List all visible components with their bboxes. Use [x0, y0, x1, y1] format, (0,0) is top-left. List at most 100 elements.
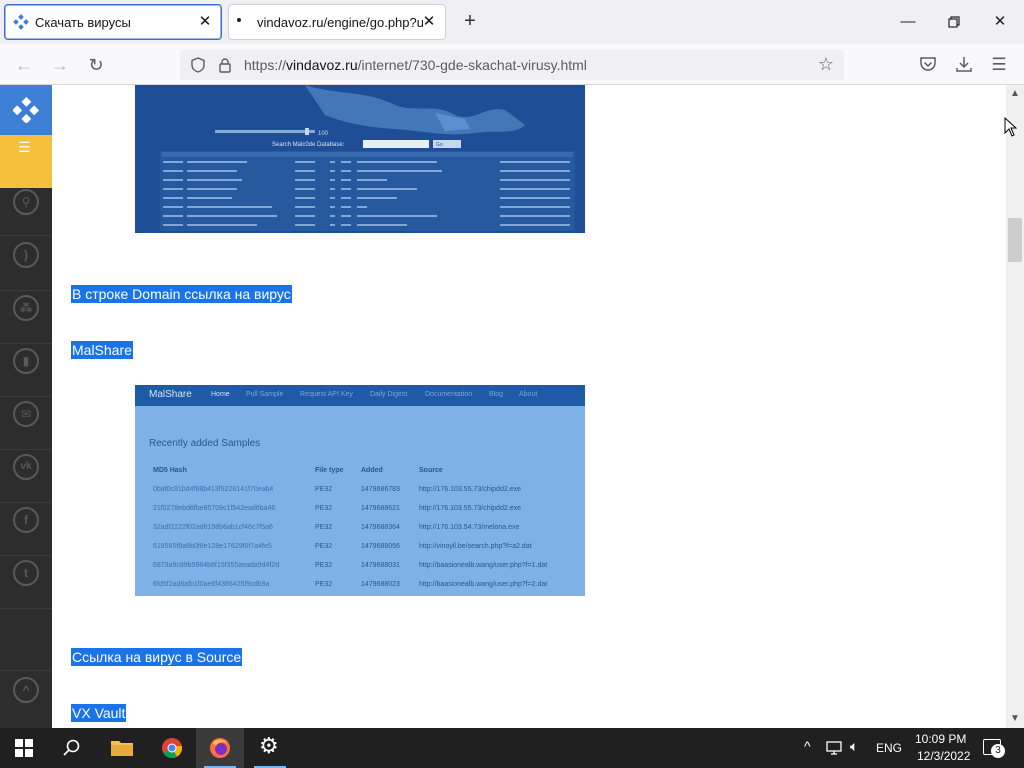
- logo-icon: [13, 97, 39, 123]
- malshare-nav-about: About: [519, 391, 538, 398]
- source-url: http://176.103.55.73/chipdd2.exe: [419, 486, 521, 493]
- url-bar[interactable]: https://vindavoz.ru/internet/730-gde-ska…: [180, 50, 844, 80]
- settings-icon[interactable]: ⚙: [246, 728, 294, 768]
- search-label: Search Malc0de Database:: [272, 142, 345, 148]
- scroll-down-arrow-icon[interactable]: ▼: [1009, 713, 1021, 725]
- site-sidebar: ☰ ⚲ ) ⁂ ▮ ✉ vk f t ^: [0, 85, 52, 728]
- col-source: Source: [419, 467, 443, 474]
- sidebar-divider: [0, 608, 52, 609]
- source-url: http://176.103.54.73/melona.exe: [419, 524, 520, 531]
- tab-loading-dot-icon: [237, 18, 241, 22]
- taskbar-search-icon[interactable]: [48, 728, 96, 768]
- svg-text:100: 100: [318, 131, 329, 137]
- malshare-nav-digest: Daily Digest: [370, 391, 408, 398]
- network-icon[interactable]: [826, 741, 842, 755]
- md5-hash-link[interactable]: 6873a9c89b5984b8f15f355aeada9d4f2d: [153, 562, 279, 569]
- row-cell: PE32: [315, 524, 333, 531]
- tray-chevron-icon[interactable]: ^: [804, 738, 811, 754]
- tab-bar: Скачать вирусы ✕ vindavoz.ru/engine/go.p…: [0, 0, 1024, 44]
- notification-count: 3: [991, 744, 1005, 758]
- maximize-icon[interactable]: [944, 12, 964, 32]
- bookmark-icon[interactable]: ▮: [13, 348, 39, 374]
- close-tab-icon[interactable]: ✕: [197, 14, 213, 30]
- site-logo[interactable]: [0, 85, 52, 135]
- malc0de-screenshot-image: 100 Search Malc0de Database: Go: [135, 85, 585, 233]
- vk-icon[interactable]: vk: [13, 454, 39, 480]
- source-url: http://vinoyll.be/search.php?f=a2.dat: [419, 543, 532, 550]
- volume-icon[interactable]: 🔈︎: [850, 738, 858, 755]
- md5-hash-link[interactable]: 0baf0c81bd4f98b413f9228141f70eab4: [153, 486, 273, 493]
- shield-icon[interactable]: [190, 57, 206, 73]
- twitter-icon[interactable]: t: [13, 560, 39, 586]
- malshare-nav-api: Request API Key: [300, 391, 353, 398]
- malshare-section-title: Recently added Samples: [149, 438, 261, 449]
- malshare-nav-docs: Documentation: [425, 391, 473, 398]
- sidebar-divider: [0, 502, 52, 503]
- file-explorer-icon[interactable]: [98, 728, 146, 768]
- row-cell: PE32: [315, 581, 333, 588]
- minimize-icon[interactable]: —: [898, 12, 918, 32]
- source-url: http://baasionealb.wang/user.php?f=2.dat: [419, 581, 548, 588]
- site-favicon-icon: [13, 14, 29, 30]
- search-icon[interactable]: ⚲: [13, 189, 39, 215]
- firefox-icon[interactable]: [196, 728, 244, 768]
- mail-icon[interactable]: ✉: [13, 401, 39, 427]
- row-cell: 1479688023: [361, 581, 400, 588]
- mouse-cursor-icon: [1004, 117, 1018, 137]
- md5-hash-link[interactable]: 618565f9a8b0f8e128e17629f0f7a4fe5: [153, 543, 272, 550]
- clock-time[interactable]: 10:09 PM: [915, 732, 966, 746]
- windows-logo-icon: [15, 739, 33, 757]
- rss-icon[interactable]: ): [13, 242, 39, 268]
- tab-second[interactable]: vindavoz.ru/engine/go.php?url= ✕: [228, 4, 446, 40]
- source-url: http://176.103.55.73/chipdd2.exe: [419, 505, 521, 512]
- reload-icon[interactable]: ↻: [85, 54, 107, 76]
- language-indicator[interactable]: ENG: [876, 741, 902, 755]
- malshare-brand: MalShare: [149, 389, 192, 400]
- row-cell: 1479688621: [361, 505, 400, 512]
- md5-hash-link[interactable]: 6fd5f2ad8afb1f0ae6f4386425f9cdb9a: [153, 581, 269, 588]
- col-filetype: File type: [315, 467, 344, 474]
- malshare-navbar: MalShare Home Pull Sample Request API Ke…: [135, 385, 585, 406]
- new-tab-icon[interactable]: +: [460, 11, 480, 32]
- col-md5: MD5 Hash: [153, 467, 187, 474]
- lock-icon[interactable]: [218, 57, 232, 73]
- row-cell: 1479686783: [361, 486, 400, 493]
- sitemap-icon[interactable]: ⁂: [13, 295, 39, 321]
- sidebar-divider: [0, 670, 52, 671]
- row-cell: PE32: [315, 562, 333, 569]
- back-icon[interactable]: ←: [13, 54, 35, 76]
- close-tab-icon[interactable]: ✕: [421, 14, 437, 30]
- scroll-up-icon[interactable]: ^: [13, 677, 39, 703]
- sidebar-divider: [0, 290, 52, 291]
- close-window-icon[interactable]: ✕: [990, 12, 1010, 32]
- url-text[interactable]: https://vindavoz.ru/internet/730-gde-ska…: [244, 57, 587, 73]
- start-button[interactable]: [0, 728, 48, 768]
- md5-hash-link[interactable]: 32adf2222f02ad8198b6ab1cf46c7f5a6: [153, 524, 273, 531]
- sidebar-divider: [0, 235, 52, 236]
- chrome-icon[interactable]: [148, 728, 196, 768]
- clock-date[interactable]: 12/3/2022: [917, 749, 970, 763]
- article-content: 100 Search Malc0de Database: Go В строке…: [52, 85, 1006, 728]
- md5-hash-link[interactable]: 21f0278ebd8fbe85709c1f542ead6ba46: [153, 505, 275, 512]
- page-scrollbar[interactable]: ▲ ▼: [1006, 85, 1024, 728]
- sidebar-divider: [0, 449, 52, 450]
- scroll-up-arrow-icon[interactable]: ▲: [1009, 88, 1021, 100]
- bookmark-star-icon[interactable]: ☆: [818, 54, 834, 75]
- heading-vxvault: VX Vault: [71, 704, 127, 722]
- row-cell: PE32: [315, 486, 333, 493]
- tab-title: Скачать вирусы: [35, 15, 131, 30]
- forward-icon[interactable]: →: [49, 54, 71, 76]
- row-cell: PE32: [315, 543, 333, 550]
- nav-bar: ← → ↻ https://vindavoz.ru/internet/730-g…: [0, 44, 1024, 85]
- download-icon[interactable]: [955, 55, 973, 73]
- facebook-icon[interactable]: f: [13, 507, 39, 533]
- notification-center-icon[interactable]: 3: [983, 739, 1005, 758]
- col-added: Added: [361, 467, 383, 474]
- text-source-link: Ссылка на вирус в Source: [71, 648, 243, 666]
- scroll-thumb[interactable]: [1008, 218, 1022, 262]
- sidebar-divider: [0, 555, 52, 556]
- tab-active[interactable]: Скачать вирусы ✕: [4, 4, 222, 40]
- pocket-icon[interactable]: [919, 55, 937, 73]
- menu-hamburger-icon[interactable]: ☰: [988, 54, 1010, 76]
- menu-button[interactable]: ☰: [0, 135, 52, 188]
